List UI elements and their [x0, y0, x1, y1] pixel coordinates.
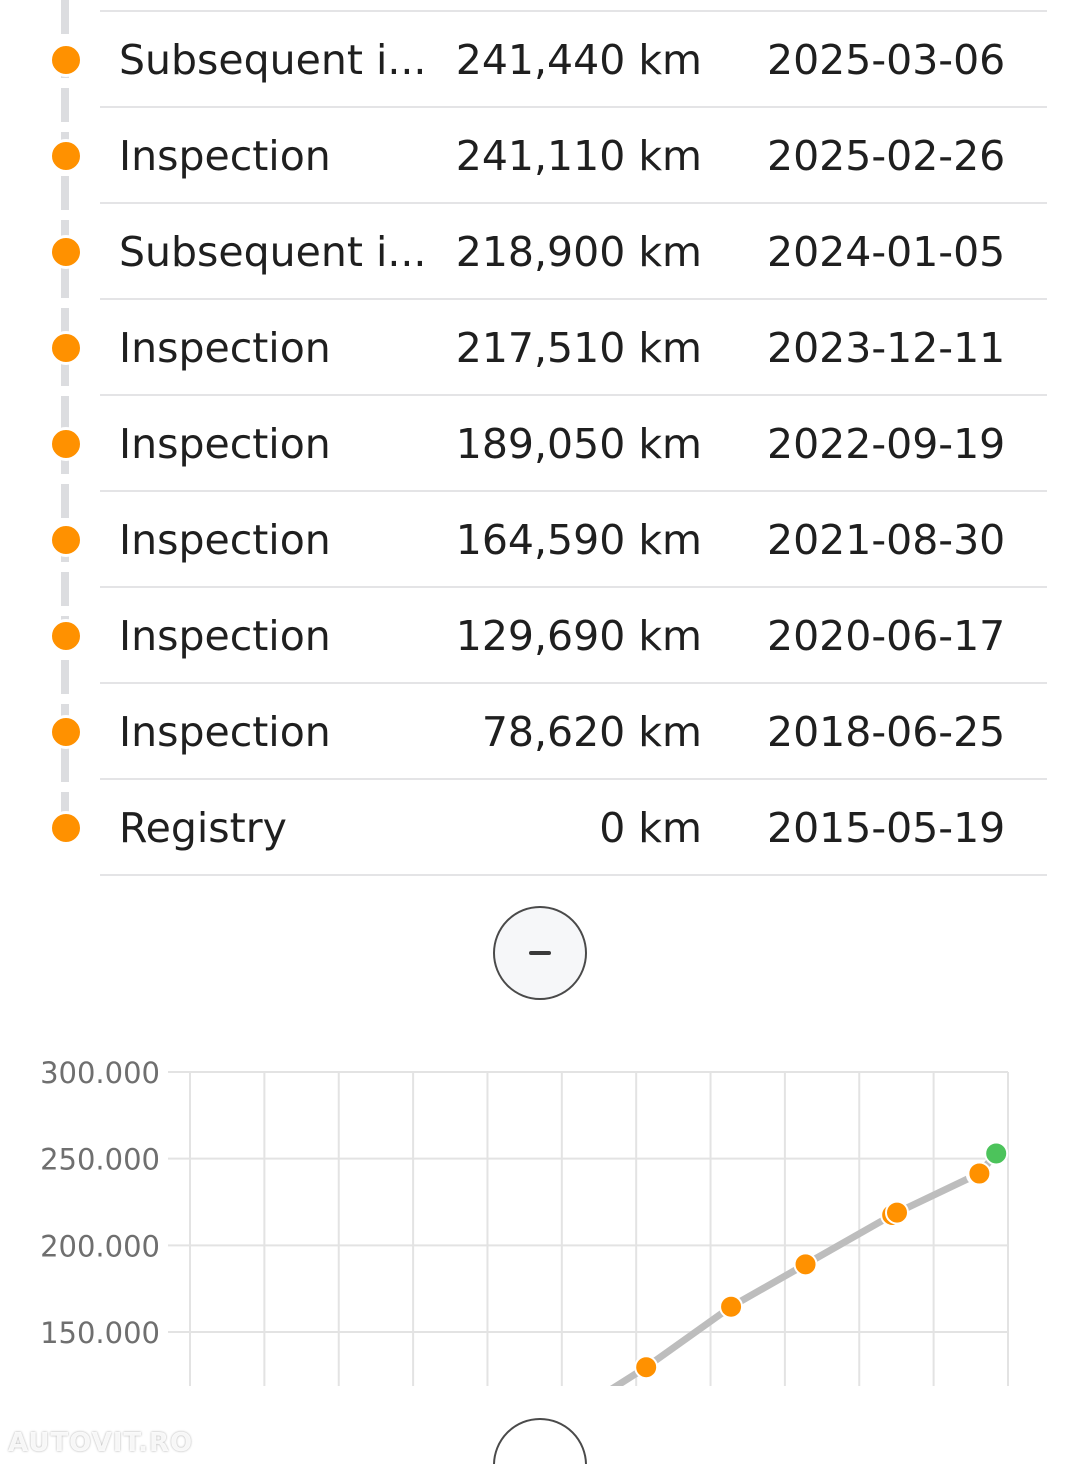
history-row: Inspection 189,050 km 2022-09-19 [0, 396, 1077, 492]
minus-icon [529, 951, 551, 955]
data-point [793, 1252, 818, 1277]
data-point [634, 1355, 659, 1380]
event-label: Inspection [119, 324, 331, 372]
mileage-value: 164,590 km [455, 516, 702, 564]
event-label: Inspection [119, 612, 331, 660]
history-row: Inspection 164,590 km 2021-08-30 [0, 492, 1077, 588]
timeline-dot [49, 427, 83, 461]
mileage-value: 217,510 km [455, 324, 702, 372]
event-date: 2025-02-26 [767, 132, 1006, 180]
y-tick-label: 250.000 [40, 1143, 160, 1177]
latest-data-point [984, 1141, 1009, 1166]
history-row: Subsequent i... 241,440 km 2025-03-06 [0, 12, 1077, 108]
history-row: Inspection 217,510 km 2023-12-11 [0, 300, 1077, 396]
event-date: 2018-06-25 [767, 708, 1006, 756]
event-label: Subsequent i... [119, 228, 427, 276]
event-date: 2020-06-17 [767, 612, 1006, 660]
collapse-button-secondary[interactable] [493, 1418, 587, 1464]
data-point [967, 1161, 992, 1186]
mileage-value: 0 km [599, 804, 702, 852]
y-tick-label: 200.000 [40, 1229, 160, 1263]
timeline-dot [49, 523, 83, 557]
mileage-chart: 300.000 250.000 200.000 150.000 [40, 1056, 1009, 1386]
event-date: 2015-05-19 [767, 804, 1006, 852]
event-date: 2022-09-19 [767, 420, 1006, 468]
history-row: Inspection 129,690 km 2020-06-17 [0, 588, 1077, 684]
event-label: Inspection [119, 132, 331, 180]
watermark: AUTOVIT.RO [8, 1428, 194, 1458]
mileage-history-page: Subsequent i... 241,440 km 2025-03-06 Inspe… [0, 0, 1077, 1464]
timeline-dot [49, 43, 83, 77]
history-row: Inspection 241,110 km 2025-02-26 [0, 108, 1077, 204]
timeline-dot [49, 139, 83, 173]
history-row: Subsequent i... 218,900 km 2024-01-05 [0, 204, 1077, 300]
mileage-value: 218,900 km [455, 228, 702, 276]
event-label: Inspection [119, 420, 331, 468]
event-date: 2024-01-05 [767, 228, 1006, 276]
y-tick-label: 300.000 [40, 1056, 160, 1090]
mileage-value: 189,050 km [455, 420, 702, 468]
mileage-value: 241,110 km [455, 132, 702, 180]
mileage-value: 241,440 km [455, 36, 702, 84]
timeline-dot [49, 331, 83, 365]
divider [100, 874, 1047, 876]
collapse-button[interactable] [493, 906, 587, 1000]
event-label: Registry [119, 804, 287, 852]
history-row: Inspection 78,620 km 2018-06-25 [0, 684, 1077, 780]
series-line [609, 1149, 1000, 1386]
mileage-value: 129,690 km [455, 612, 702, 660]
timeline-dot [49, 619, 83, 653]
timeline-dot [49, 235, 83, 269]
event-date: 2023-12-11 [767, 324, 1006, 372]
y-tick-label: 150.000 [40, 1316, 160, 1350]
event-label: Inspection [119, 708, 331, 756]
timeline-dot [49, 811, 83, 845]
mileage-value: 78,620 km [481, 708, 702, 756]
event-label: Inspection [119, 516, 331, 564]
history-row: Registry 0 km 2015-05-19 [0, 780, 1077, 876]
data-point [719, 1294, 744, 1319]
timeline-dot [49, 715, 83, 749]
data-point [884, 1200, 909, 1225]
event-label: Subsequent i... [119, 36, 427, 84]
event-date: 2021-08-30 [767, 516, 1006, 564]
event-date: 2025-03-06 [767, 36, 1006, 84]
